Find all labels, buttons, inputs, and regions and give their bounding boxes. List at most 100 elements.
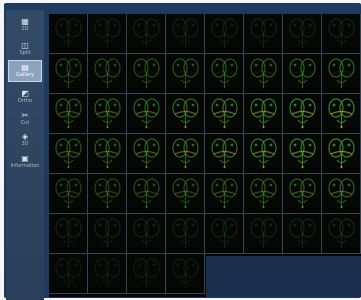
gallery-tile[interactable] — [205, 94, 244, 134]
gallery-tile[interactable] — [49, 14, 88, 54]
gallery-tile[interactable] — [88, 214, 127, 254]
gallery-tile[interactable] — [322, 14, 361, 54]
gallery-tile[interactable] — [49, 214, 88, 254]
gallery-tile[interactable] — [322, 214, 361, 254]
slice-image — [289, 138, 316, 169]
tool-cut-button[interactable]: ✂ Cut — [8, 108, 42, 130]
slice-image — [172, 58, 199, 89]
gallery-tile[interactable] — [244, 94, 283, 134]
slice-image — [289, 178, 316, 209]
gallery-tile[interactable] — [322, 174, 361, 214]
gallery-tile[interactable] — [322, 134, 361, 174]
slice-image — [328, 18, 355, 48]
gallery-tile[interactable] — [127, 94, 166, 134]
slice-image — [328, 178, 355, 209]
slice-image — [211, 98, 238, 129]
slice-image — [172, 258, 199, 288]
slice-image — [133, 58, 160, 89]
gallery-tile[interactable] — [283, 134, 322, 174]
tool-ortho-button[interactable]: ◩ Ortho — [8, 86, 42, 108]
gallery-tile[interactable] — [88, 94, 127, 134]
slice-image — [55, 138, 82, 169]
gallery-tile[interactable] — [166, 174, 205, 214]
gallery-tile[interactable] — [49, 134, 88, 174]
slice-image — [94, 18, 121, 48]
cut-icon: ✂ — [21, 110, 29, 120]
information-icon: ▣ — [21, 153, 29, 163]
tool-ortho-label: Ortho — [17, 97, 33, 104]
gallery-tile[interactable] — [127, 174, 166, 214]
tool-cut-label: Cut — [20, 119, 30, 126]
gallery-tile[interactable] — [322, 94, 361, 134]
tool-2d-button[interactable]: ▦ 2D — [8, 14, 42, 36]
slice-image — [55, 258, 82, 288]
gallery-tile[interactable] — [166, 14, 205, 54]
tool-information-label: Information — [10, 162, 40, 169]
gallery-tile[interactable] — [49, 174, 88, 214]
gallery-tile[interactable] — [166, 54, 205, 94]
gallery-tile[interactable] — [49, 54, 88, 94]
slice-image — [211, 138, 238, 169]
slice-image — [94, 258, 121, 288]
gallery-tile[interactable] — [283, 174, 322, 214]
slice-image — [94, 58, 121, 89]
slice-image — [250, 218, 277, 248]
gallery-tile[interactable] — [205, 134, 244, 174]
slice-image — [289, 18, 316, 48]
gallery-viewport — [49, 14, 361, 297]
slice-image — [133, 178, 160, 209]
tool-gallery-label: Gallery — [16, 71, 34, 78]
gallery-tile[interactable] — [88, 174, 127, 214]
gallery-tile[interactable] — [127, 54, 166, 94]
tool-3d-button[interactable]: ◈ 3D — [8, 129, 42, 151]
gallery-tile[interactable] — [205, 14, 244, 54]
gallery-tile[interactable] — [283, 94, 322, 134]
gallery-tile[interactable] — [166, 134, 205, 174]
gallery-tile[interactable] — [127, 14, 166, 54]
empty-gallery-area — [206, 256, 361, 297]
gallery-tile[interactable] — [127, 214, 166, 254]
slice-image — [55, 178, 82, 209]
tool-gallery-button[interactable]: ▤ Gallery — [8, 60, 42, 82]
slice-image — [55, 58, 82, 89]
gallery-tile[interactable] — [244, 54, 283, 94]
gallery-tile[interactable] — [244, 134, 283, 174]
gallery-tile[interactable] — [205, 54, 244, 94]
slice-image — [289, 218, 316, 248]
gallery-tile[interactable] — [283, 214, 322, 254]
tool-information-button[interactable]: ▣ Information — [8, 151, 42, 173]
gallery-tile[interactable] — [166, 214, 205, 254]
gallery-tile[interactable] — [244, 14, 283, 54]
gallery-tile[interactable] — [166, 254, 205, 294]
gallery-tile[interactable] — [166, 94, 205, 134]
slice-image — [172, 138, 199, 169]
gallery-tile[interactable] — [244, 214, 283, 254]
tool-split-label: Split — [19, 49, 31, 56]
3d-icon: ◈ — [21, 131, 29, 141]
gallery-tile[interactable] — [88, 54, 127, 94]
slice-image — [250, 58, 277, 89]
gallery-tile[interactable] — [88, 134, 127, 174]
gallery-tile[interactable] — [205, 214, 244, 254]
gallery-tile[interactable] — [88, 254, 127, 294]
gallery-tile[interactable] — [205, 174, 244, 214]
slice-image — [250, 18, 277, 48]
gallery-tile[interactable] — [283, 54, 322, 94]
gallery-tile[interactable] — [49, 254, 88, 294]
tool-split-button[interactable]: ◫ Split — [8, 38, 42, 60]
gallery-tile[interactable] — [88, 14, 127, 54]
tool-2d-label: 2D — [21, 25, 29, 32]
slice-image — [250, 98, 277, 129]
slice-image — [289, 98, 316, 129]
gallery-tile[interactable] — [127, 254, 166, 294]
slice-image — [172, 98, 199, 129]
slice-image — [172, 178, 199, 209]
slice-image — [133, 98, 160, 129]
gallery-tile[interactable] — [127, 134, 166, 174]
slice-image — [133, 258, 160, 288]
gallery-tile[interactable] — [244, 174, 283, 214]
tool-3d-label: 3D — [21, 140, 29, 147]
gallery-tile[interactable] — [322, 54, 361, 94]
gallery-tile[interactable] — [49, 94, 88, 134]
gallery-tile[interactable] — [283, 14, 322, 54]
